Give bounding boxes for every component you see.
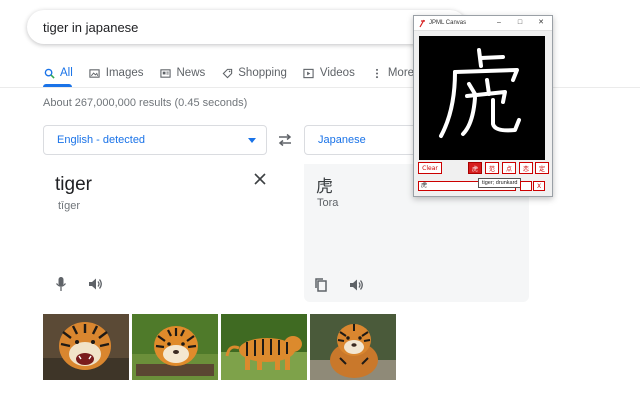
source-language-label: English - detected bbox=[57, 134, 146, 146]
candidate-button[interactable]: 虎 bbox=[468, 162, 482, 174]
source-text-panel[interactable]: tiger tīger bbox=[43, 164, 283, 304]
candidate-button[interactable]: 点 bbox=[502, 162, 516, 174]
tab-more[interactable]: More bbox=[371, 63, 414, 83]
jpml-canvas-window: JPML Canvas – □ ✕ Clear 虎 范 点 恋 定 虎 tige… bbox=[413, 15, 553, 197]
meaning-tooltip: tiger; drunkard bbox=[478, 178, 522, 188]
close-button[interactable]: X bbox=[533, 181, 545, 191]
candidate-button[interactable]: 定 bbox=[535, 162, 549, 174]
tiger-image[interactable] bbox=[310, 314, 396, 380]
target-romanization: Tora bbox=[317, 197, 339, 209]
swap-languages-icon[interactable] bbox=[277, 132, 293, 148]
tab-news[interactable]: News bbox=[160, 63, 206, 83]
search-icon bbox=[43, 67, 55, 79]
search-input[interactable] bbox=[43, 16, 403, 38]
search-bar[interactable] bbox=[27, 10, 467, 44]
news-icon bbox=[160, 67, 172, 79]
app-icon bbox=[418, 19, 426, 28]
small-box-button[interactable] bbox=[520, 181, 532, 191]
tab-videos[interactable]: Videos bbox=[303, 63, 355, 83]
clear-button[interactable]: Clear bbox=[418, 162, 442, 174]
tab-label: Shopping bbox=[238, 67, 287, 79]
tab-label: News bbox=[176, 67, 206, 79]
search-tabs: All Images News Shopping Videos More bbox=[43, 63, 430, 85]
tag-icon bbox=[221, 67, 233, 79]
chevron-down-icon bbox=[248, 138, 256, 143]
window-title: JPML Canvas bbox=[429, 20, 467, 26]
tab-shopping[interactable]: Shopping bbox=[221, 63, 287, 83]
tab-all[interactable]: All bbox=[43, 63, 73, 83]
source-romanization: tīger bbox=[58, 200, 81, 212]
drawn-character bbox=[439, 48, 521, 138]
maximize-icon[interactable]: □ bbox=[515, 18, 525, 28]
target-text: 虎 bbox=[316, 177, 333, 197]
candidate-button[interactable]: 范 bbox=[485, 162, 499, 174]
copy-icon[interactable] bbox=[312, 276, 330, 294]
source-text: tiger bbox=[55, 174, 92, 195]
close-icon[interactable]: ✕ bbox=[536, 18, 546, 28]
candidate-button[interactable]: 恋 bbox=[519, 162, 533, 174]
tiger-image[interactable] bbox=[132, 314, 218, 380]
tab-images[interactable]: Images bbox=[89, 63, 144, 83]
tiger-image[interactable] bbox=[43, 314, 129, 380]
play-icon bbox=[303, 67, 315, 79]
tab-label: Videos bbox=[319, 67, 355, 79]
image-results bbox=[43, 314, 399, 380]
target-language-label: Japanese bbox=[318, 134, 366, 146]
drawing-canvas[interactable] bbox=[419, 36, 545, 160]
tab-label: Images bbox=[105, 67, 144, 79]
tab-label: All bbox=[60, 67, 73, 79]
clear-text-icon[interactable] bbox=[253, 172, 267, 186]
speaker-icon[interactable] bbox=[86, 275, 104, 293]
microphone-icon[interactable] bbox=[52, 275, 70, 293]
window-title-bar[interactable]: JPML Canvas – □ ✕ bbox=[414, 16, 552, 31]
tab-label: More bbox=[387, 67, 415, 79]
result-stats: About 267,000,000 results (0.45 seconds) bbox=[43, 97, 248, 109]
image-icon bbox=[89, 67, 101, 79]
source-language-select[interactable]: English - detected bbox=[43, 125, 267, 155]
speaker-icon[interactable] bbox=[347, 276, 365, 294]
tiger-image[interactable] bbox=[221, 314, 307, 380]
minimize-icon[interactable]: – bbox=[494, 18, 504, 28]
more-vert-icon bbox=[371, 67, 383, 79]
